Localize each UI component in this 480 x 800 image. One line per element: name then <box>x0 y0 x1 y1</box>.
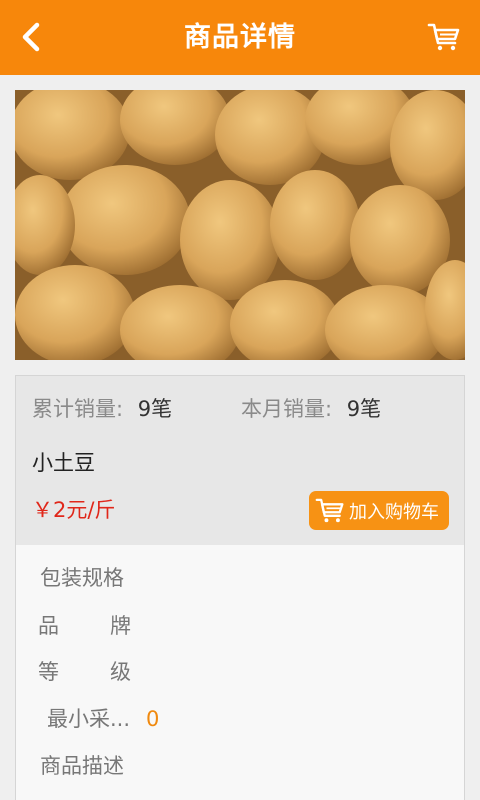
top-bar: 商品详情 <box>0 0 480 75</box>
min-purchase-value: 0 <box>146 707 160 731</box>
min-purchase-label: 最小采... <box>47 707 131 731</box>
product-specs: 包装规格 品 牌 等 级 最小采... 0 商品描述 <box>15 545 465 800</box>
grade-label-2: 级 <box>110 660 131 684</box>
cart-button[interactable] <box>426 20 462 54</box>
shopping-cart-icon <box>315 498 344 523</box>
total-sales-value: 9笔 <box>137 397 173 421</box>
brand-label-2: 牌 <box>110 614 131 638</box>
total-sales: 累计销量: 9笔 <box>32 394 172 424</box>
monthly-sales-label: 本月销量: <box>241 397 333 421</box>
page-title: 商品详情 <box>184 22 296 53</box>
potatoes-photo <box>15 90 465 360</box>
description-label: 商品描述 <box>40 754 124 778</box>
product-info-card: 累计销量: 9笔 本月销量: 9笔 小土豆 ￥2元/斤 加入购物车 <box>15 375 465 545</box>
add-to-cart-button[interactable]: 加入购物车 <box>309 491 449 530</box>
grade-label-1: 等 <box>38 660 59 684</box>
add-to-cart-label: 加入购物车 <box>349 501 439 523</box>
product-name: 小土豆 <box>32 451 95 475</box>
monthly-sales: 本月销量: 9笔 <box>241 394 381 424</box>
product-price: ￥2元/斤 <box>32 498 116 522</box>
brand-label-1: 品 <box>38 614 59 638</box>
monthly-sales-value: 9笔 <box>346 397 382 421</box>
product-image <box>15 90 465 360</box>
shopping-cart-icon <box>427 23 460 51</box>
total-sales-label: 累计销量: <box>32 397 124 421</box>
packaging-label: 包装规格 <box>40 566 124 590</box>
